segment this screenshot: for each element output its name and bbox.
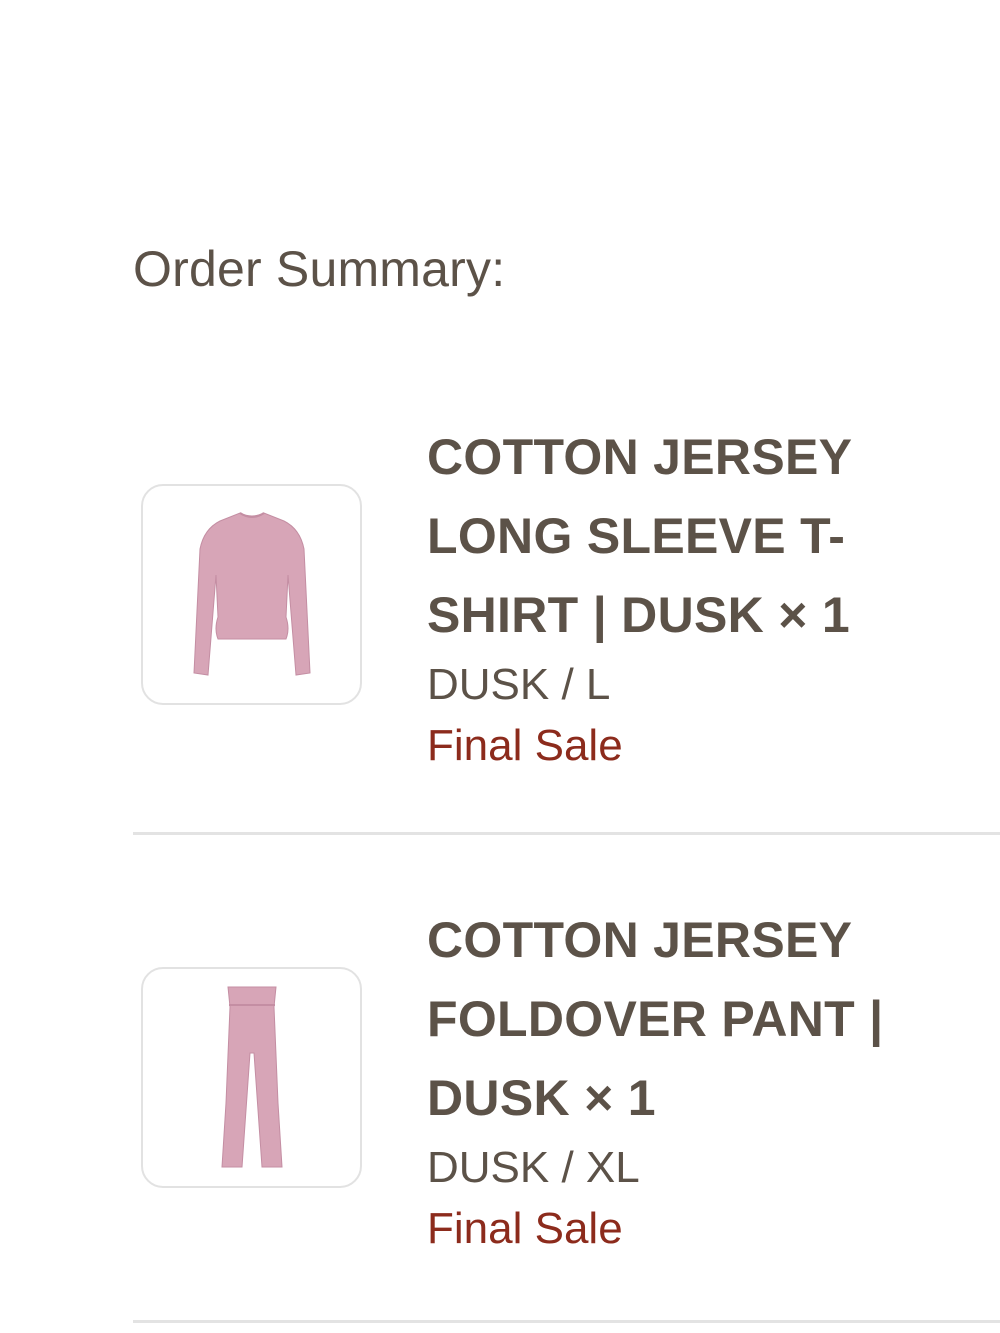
order-summary-title: Order Summary: (133, 241, 506, 297)
item-variant: DUSK / L (427, 660, 611, 709)
item-name-line: FOLDOVER PANT | (427, 991, 884, 1047)
item-variant: DUSK / XL (427, 1143, 640, 1192)
item-divider (133, 832, 1000, 835)
item-divider (133, 1320, 1000, 1323)
item-name: COTTON JERSEY FOLDOVER PANT | DUSK × 1 (427, 901, 987, 1138)
foldover-pant-icon (220, 986, 283, 1167)
product-thumbnail[interactable] (141, 484, 362, 705)
product-thumbnail[interactable] (141, 967, 362, 1188)
item-name-line: SHIRT | DUSK × 1 (427, 587, 851, 643)
final-sale-label: Final Sale (427, 1204, 623, 1253)
item-name-line: DUSK × 1 (427, 1070, 656, 1126)
final-sale-label: Final Sale (427, 721, 623, 770)
item-name-line: LONG SLEEVE T- (427, 508, 846, 564)
item-name: COTTON JERSEY LONG SLEEVE T- SHIRT | DUS… (427, 418, 987, 655)
long-sleeve-shirt-icon (192, 511, 311, 676)
item-name-line: COTTON JERSEY (427, 429, 853, 485)
item-name-line: COTTON JERSEY (427, 912, 853, 968)
